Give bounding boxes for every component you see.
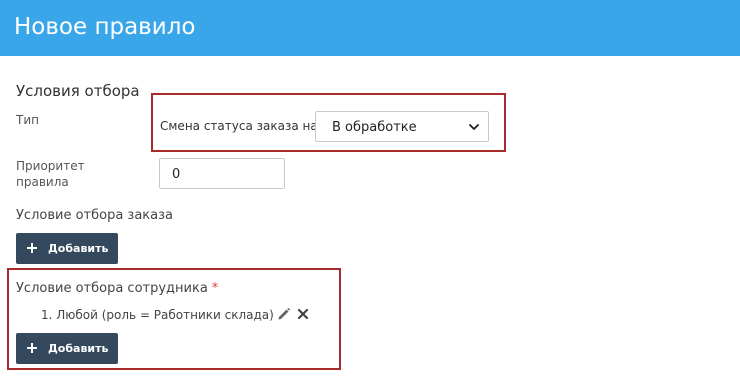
page-header: Новое правило [0, 0, 740, 56]
section-title-selection-conditions: Условия отбора [16, 82, 140, 100]
priority-value: 0 [172, 167, 181, 182]
priority-input[interactable]: 0 [159, 158, 285, 189]
plus-icon [27, 243, 37, 253]
status-change-label: Смена статуса заказа на [160, 119, 318, 133]
page-title: Новое правило [14, 14, 196, 40]
add-employee-button-label: Добавить [48, 342, 109, 355]
pencil-icon[interactable] [277, 307, 291, 321]
plus-icon [27, 343, 37, 353]
order-status-select[interactable]: В обработке [315, 111, 489, 142]
chevron-down-icon [469, 124, 479, 130]
add-employee-condition-button[interactable]: Добавить [16, 333, 118, 364]
type-label: Тип [16, 113, 39, 127]
priority-label: Приоритет правила [16, 159, 85, 189]
required-mark: * [211, 281, 219, 296]
order-status-value: В обработке [332, 120, 417, 135]
employee-condition-label: Условие отбора сотрудника * [16, 281, 219, 296]
new-rule-page: Новое правило Условия отбора Тип Смена с… [0, 0, 740, 377]
order-condition-label: Условие отбора заказа [16, 208, 173, 223]
close-icon[interactable] [297, 308, 309, 320]
add-order-button-label: Добавить [48, 242, 109, 255]
add-order-condition-button[interactable]: Добавить [16, 233, 118, 264]
employee-condition-item: 1. Любой (роль = Работники склада) [41, 308, 274, 322]
